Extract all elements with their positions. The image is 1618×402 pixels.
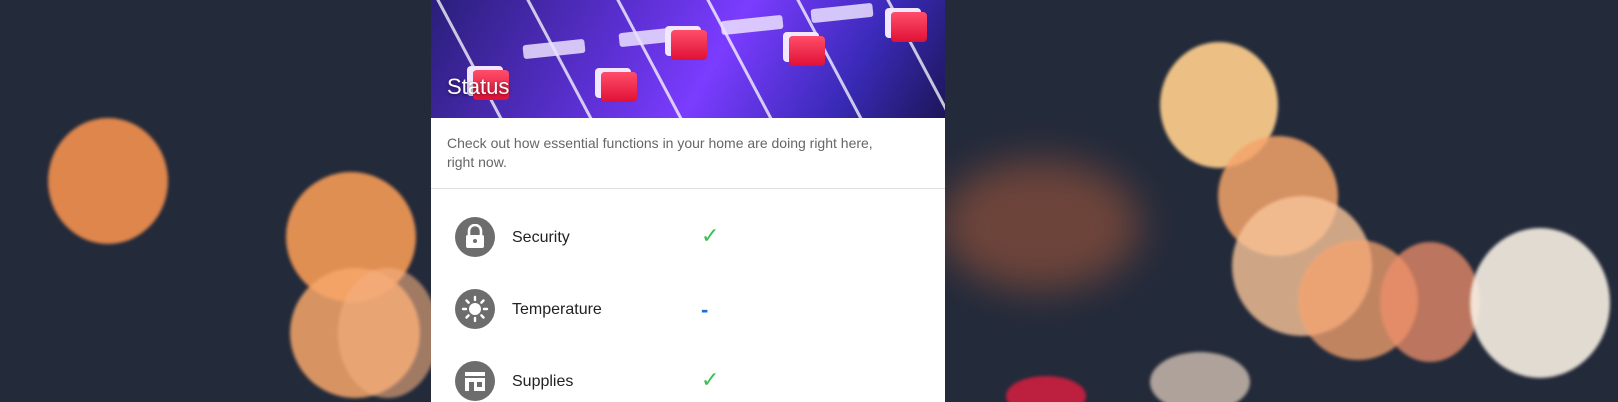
- lock-icon: [455, 217, 495, 257]
- check-icon: ✓: [701, 367, 720, 392]
- status-row-security[interactable]: Security ✓: [431, 205, 945, 277]
- status-label: Security: [512, 229, 570, 246]
- check-icon: ✓: [701, 223, 720, 248]
- status-list: Security ✓ Temperature - Supplies ✓: [431, 189, 945, 402]
- status-label: Temperature: [512, 301, 602, 318]
- card-description: Check out how essential functions in you…: [431, 118, 945, 189]
- mixer-header-image: Status: [431, 0, 945, 118]
- neutral-status-indicator: -: [701, 297, 709, 322]
- store-icon: [455, 361, 495, 401]
- thermostat-icon: [455, 289, 495, 329]
- status-card: Status Check out how essential functions…: [431, 0, 945, 402]
- status-row-supplies[interactable]: Supplies ✓: [431, 349, 945, 402]
- status-label: Supplies: [512, 373, 574, 390]
- card-title: Status: [447, 74, 510, 99]
- status-row-temperature[interactable]: Temperature -: [431, 277, 945, 349]
